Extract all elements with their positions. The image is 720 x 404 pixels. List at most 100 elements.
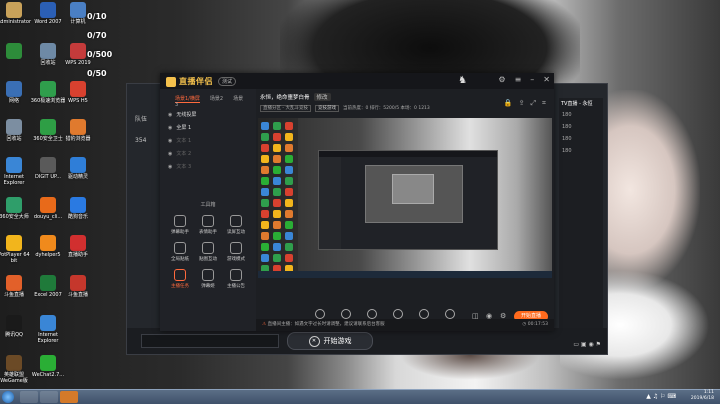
tool-button[interactable]: 弹幕助手 — [166, 215, 194, 235]
scene-item[interactable]: ◉ 文本 1 — [160, 134, 256, 147]
visibility-icon[interactable]: ◉ — [168, 138, 172, 144]
desktop-icon-image — [6, 157, 22, 173]
scene-item[interactable]: ◉ 无线投屏 — [160, 108, 256, 121]
preview-desktop-icon — [273, 199, 281, 207]
game-right-row[interactable]: 180 — [559, 145, 603, 157]
desktop-icon-image — [40, 81, 56, 97]
window-controls: ⚙ ≡ – ✕ — [489, 75, 550, 84]
scene-item[interactable]: ◉ 文本 3 — [160, 160, 256, 173]
app-logo: 直播伴侣 — [166, 76, 213, 87]
tool-button[interactable]: 贴图互动 — [194, 242, 222, 262]
taskbar: ▲ ♫ ⚐ ⌨ 1:11 2019/6/18 — [0, 389, 720, 404]
desktop-icon-label: 斗鱼直播 — [67, 292, 88, 298]
visibility-icon[interactable]: ◉ — [168, 164, 172, 170]
tool-icon — [202, 242, 214, 254]
desktop-icon[interactable]: 驱动精灵 — [59, 157, 97, 180]
visibility-icon[interactable]: ◉ — [168, 112, 172, 118]
preview-desktop-icon — [261, 144, 269, 152]
settings-icon[interactable]: ⚙ — [498, 75, 505, 84]
close-icon[interactable]: ✕ — [543, 75, 550, 84]
preview-desktop-icon — [285, 133, 293, 141]
start-game-button[interactable]: ✕ 开始游戏 — [287, 332, 373, 350]
preview-desktop-icon — [261, 199, 269, 207]
game-right-row[interactable]: 180 — [559, 121, 603, 133]
preview-desktop-icon — [261, 177, 269, 185]
preview-desktop-icon — [273, 133, 281, 141]
tool-button[interactable]: 弹幕姬 — [194, 269, 222, 289]
clock[interactable]: 1:11 2019/6/18 — [691, 390, 714, 402]
game-sidebar-item[interactable]: 队伍 — [135, 114, 163, 123]
control-icon — [367, 309, 377, 319]
desktop-icon-label: 猎豹浏览器 — [65, 136, 91, 142]
tool-button[interactable]: 主播任务 — [166, 269, 194, 289]
desktop-icon[interactable]: 酷狗音乐 — [59, 197, 97, 220]
taskbar-item[interactable] — [20, 391, 38, 403]
desktop-icon[interactable]: 直播助手 — [59, 235, 97, 258]
preview-desktop-icon — [261, 122, 269, 130]
menu-icon[interactable]: ≡ — [515, 75, 522, 84]
minimize-icon[interactable]: – — [530, 75, 534, 84]
tool-button[interactable]: 主播公告 — [222, 269, 250, 289]
desktop-icon[interactable]: 斗鱼直播 — [59, 275, 97, 298]
desktop-icon-image — [70, 235, 86, 251]
game-bottom-icons[interactable]: ▭ ▣ ◉ ⚑ — [573, 341, 601, 348]
desktop-icon[interactable] — [59, 355, 97, 372]
control-icon — [341, 309, 351, 319]
tool-label: 主播公告 — [227, 284, 245, 289]
game-right-row[interactable]: 180 — [559, 133, 603, 145]
preview-nested-inner — [392, 174, 434, 204]
start-orb-icon[interactable] — [2, 391, 14, 403]
desktop-icon[interactable] — [59, 315, 97, 332]
game-sidebar-item[interactable]: 354 — [135, 137, 163, 144]
visibility-icon[interactable]: ◉ — [168, 125, 172, 131]
fullscreen-icon[interactable]: ⤢ — [530, 99, 536, 107]
preview-nested-bar — [319, 151, 497, 157]
desktop-icon[interactable]: WPS H5 — [59, 81, 97, 104]
preview-nested-window — [318, 150, 498, 250]
room-category[interactable]: 直播分区 - 大乱斗竞技 — [260, 105, 311, 112]
scene-item[interactable]: ◉ 全屏 1 — [160, 121, 256, 134]
desktop-icon-image — [70, 43, 86, 59]
share-icon[interactable]: ⇪ — [519, 99, 525, 107]
lock-icon[interactable]: 🔒 — [504, 99, 513, 107]
game-chat-input[interactable] — [141, 334, 279, 348]
preview-desktop-icon — [273, 122, 281, 130]
preview-desktop-icon — [261, 243, 269, 251]
tool-button[interactable]: 游戏模式 — [222, 242, 250, 262]
game-right-row[interactable]: 180 — [559, 109, 603, 121]
tool-label: 表情助手 — [199, 230, 217, 235]
tool-label: 读屏互动 — [227, 230, 245, 235]
preview-desktop-icon — [261, 166, 269, 174]
preview-desktop-icon — [285, 122, 293, 130]
preview-desktop-icon — [261, 232, 269, 240]
scene-item[interactable]: ◉ 文本 2 — [160, 147, 256, 160]
desktop-icon-image — [6, 355, 22, 371]
tool-button[interactable]: 全局贴纸 — [166, 242, 194, 262]
taskbar-item-active[interactable] — [60, 391, 78, 403]
preview-desktop-icon — [285, 210, 293, 218]
preview-nested-side — [319, 157, 341, 249]
tool-button[interactable]: 读屏互动 — [222, 215, 250, 235]
desktop-icon[interactable]: 猎豹浏览器 — [59, 119, 97, 142]
link-icon[interactable]: ⌗ — [542, 99, 546, 107]
taskbar-item[interactable] — [40, 391, 58, 403]
live-companion-window: 直播伴侣 测试 ♞ ⚙ ≡ – ✕ 场景1/横屏 场景2 场景3 ◉ 无线投屏 ◉ 全屏 1 ◉ 文… — [160, 73, 554, 331]
start-game-label: 开始游戏 — [323, 337, 352, 345]
tool-icon — [202, 269, 214, 281]
game-right-panel: TV直播 - 永恒 180 180 180 180 — [559, 98, 603, 328]
tool-button[interactable]: 表情助手 — [194, 215, 222, 235]
desktop-icon-image — [6, 43, 22, 59]
tab-scene-1[interactable]: 场景1/横屏 — [175, 96, 200, 103]
live-preview[interactable] — [258, 118, 552, 278]
preview-desktop-icon — [285, 254, 293, 262]
room-category-2[interactable]: 竞技游戏 — [314, 105, 339, 112]
tool-icon — [230, 215, 242, 227]
tool-icon — [230, 269, 242, 281]
tray-icons[interactable]: ▲ ♫ ⚐ ⌨ — [646, 393, 676, 400]
desktop-icon-image — [40, 355, 56, 371]
header-icons: 🔒 ⇪ ⤢ ⌗ — [498, 99, 546, 108]
tab-scene-2[interactable]: 场景2 — [210, 96, 223, 102]
visibility-icon[interactable]: ◉ — [168, 151, 172, 157]
preview-desktop-icon — [273, 221, 281, 229]
edit-title-button[interactable]: 修改 — [313, 93, 331, 101]
